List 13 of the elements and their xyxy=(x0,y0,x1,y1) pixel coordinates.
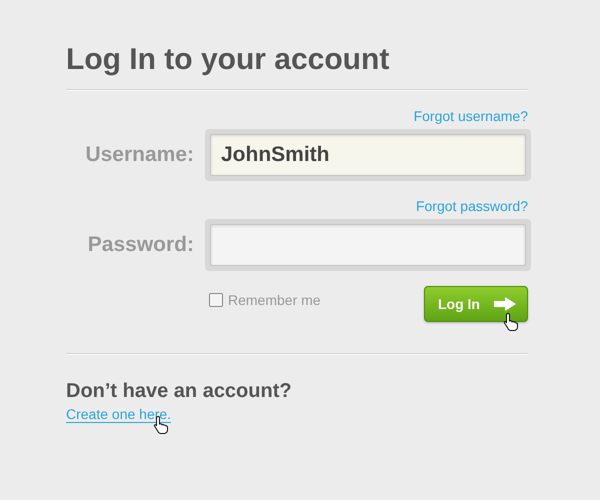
input-field[interactable] xyxy=(205,219,531,271)
field-label: Username: xyxy=(84,143,195,167)
input-field[interactable]: JohnSmith xyxy=(205,129,531,181)
page-title: Log In to your account xyxy=(66,42,390,78)
signup-heading: Don’t have an account? xyxy=(66,379,293,403)
forgot-link[interactable]: Forgot password? xyxy=(416,197,528,215)
login-button[interactable]: Log In xyxy=(424,286,528,322)
remember-label: Remember me xyxy=(228,292,321,308)
field-label: Password: xyxy=(86,233,195,257)
hand-cursor-icon xyxy=(503,312,519,332)
arrow-icon xyxy=(494,297,516,311)
forgot-link[interactable]: Forgot username? xyxy=(414,107,528,125)
remember-checkbox[interactable] xyxy=(209,293,223,307)
